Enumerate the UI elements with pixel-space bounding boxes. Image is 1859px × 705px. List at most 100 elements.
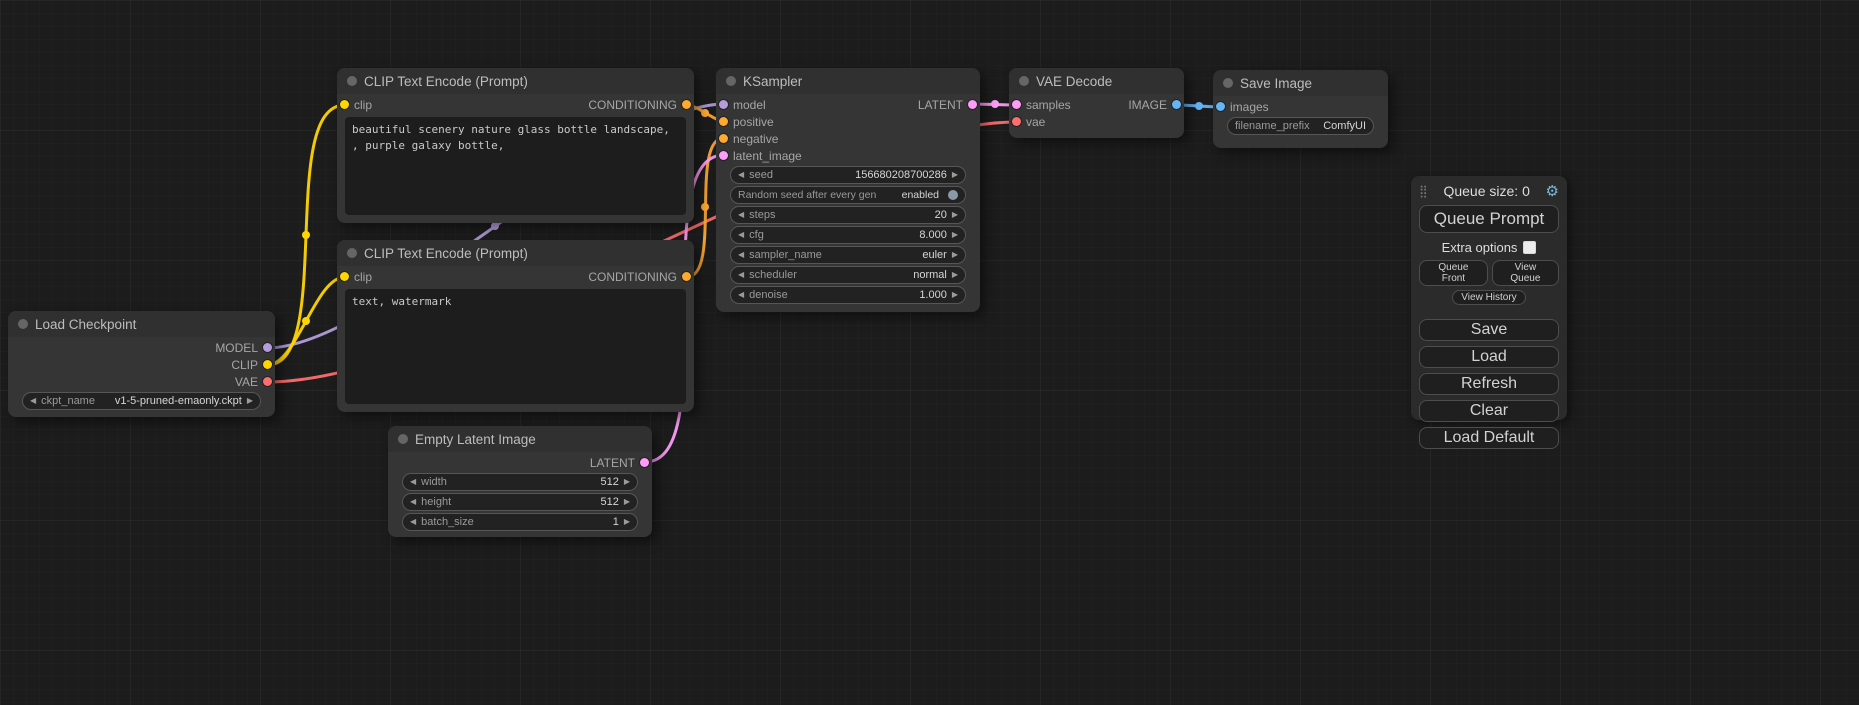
input-port-images[interactable] bbox=[1216, 102, 1225, 111]
load-button[interactable]: Load bbox=[1419, 346, 1559, 368]
widget-seed[interactable]: ◀ seed 156680208700286 ▶ bbox=[730, 166, 966, 184]
increment-arrow-icon[interactable]: ▶ bbox=[247, 397, 253, 405]
increment-arrow-icon[interactable]: ▶ bbox=[624, 478, 630, 486]
save-button[interactable]: Save bbox=[1419, 319, 1559, 341]
decrement-arrow-icon[interactable]: ◀ bbox=[738, 251, 744, 259]
widget-denoise[interactable]: ◀ denoise 1.000 ▶ bbox=[730, 286, 966, 304]
decrement-arrow-icon[interactable]: ◀ bbox=[410, 518, 416, 526]
widget-batch-size[interactable]: ◀ batch_size 1 ▶ bbox=[402, 513, 638, 531]
widget-value: 1.000 bbox=[919, 289, 947, 301]
input-label: model bbox=[733, 98, 766, 112]
node-title-bar[interactable]: Empty Latent Image bbox=[388, 426, 652, 452]
toggle-knob-icon[interactable] bbox=[948, 190, 958, 200]
node-title: CLIP Text Encode (Prompt) bbox=[364, 74, 528, 89]
widget-steps[interactable]: ◀ steps 20 ▶ bbox=[730, 206, 966, 224]
output-port-latent[interactable] bbox=[640, 458, 649, 467]
output-port-image[interactable] bbox=[1172, 100, 1181, 109]
output-port-conditioning[interactable] bbox=[682, 272, 691, 281]
extra-options-checkbox[interactable] bbox=[1523, 241, 1536, 254]
input-port-latent-image[interactable] bbox=[719, 151, 728, 160]
node-clip-text-encode-negative[interactable]: CLIP Text Encode (Prompt) clip CONDITION… bbox=[337, 240, 694, 412]
node-load-checkpoint[interactable]: Load Checkpoint MODEL CLIP VAE ◀ ckpt_na… bbox=[8, 311, 275, 417]
output-port-vae[interactable] bbox=[263, 377, 272, 386]
collapse-dot-icon[interactable] bbox=[1019, 76, 1029, 86]
view-history-button[interactable]: View History bbox=[1452, 290, 1525, 305]
node-save-image[interactable]: Save Image images filename_prefix ComfyU… bbox=[1213, 70, 1388, 148]
widget-width[interactable]: ◀ width 512 ▶ bbox=[402, 473, 638, 491]
node-title-bar[interactable]: Save Image bbox=[1213, 70, 1388, 96]
link-midpoint-dot bbox=[701, 203, 709, 211]
output-port-conditioning[interactable] bbox=[682, 100, 691, 109]
queue-front-button[interactable]: Queue Front bbox=[1419, 260, 1488, 286]
collapse-dot-icon[interactable] bbox=[398, 434, 408, 444]
widget-random-seed-toggle[interactable]: Random seed after every gen enabled bbox=[730, 186, 966, 204]
collapse-dot-icon[interactable] bbox=[726, 76, 736, 86]
node-title-bar[interactable]: KSampler bbox=[716, 68, 980, 94]
input-label: positive bbox=[733, 115, 774, 129]
increment-arrow-icon[interactable]: ▶ bbox=[624, 498, 630, 506]
node-title-bar[interactable]: VAE Decode bbox=[1009, 68, 1184, 94]
increment-arrow-icon[interactable]: ▶ bbox=[952, 251, 958, 259]
decrement-arrow-icon[interactable]: ◀ bbox=[738, 271, 744, 279]
collapse-dot-icon[interactable] bbox=[1223, 78, 1233, 88]
node-vae-decode[interactable]: VAE Decode samples vae IMAGE bbox=[1009, 68, 1184, 138]
drag-handle-icon[interactable]: ⣿ bbox=[1419, 184, 1428, 198]
input-label: clip bbox=[354, 270, 372, 284]
widget-label: Random seed after every gen bbox=[738, 189, 876, 201]
link-midpoint-dot bbox=[302, 317, 310, 325]
node-title-bar[interactable]: CLIP Text Encode (Prompt) bbox=[337, 240, 694, 266]
decrement-arrow-icon[interactable]: ◀ bbox=[30, 397, 36, 405]
widget-scheduler[interactable]: ◀ scheduler normal ▶ bbox=[730, 266, 966, 284]
node-empty-latent-image[interactable]: Empty Latent Image LATENT ◀ width 512 ▶ … bbox=[388, 426, 652, 537]
widget-value: 1 bbox=[613, 516, 619, 528]
input-port-model[interactable] bbox=[719, 100, 728, 109]
input-port-clip[interactable] bbox=[340, 272, 349, 281]
increment-arrow-icon[interactable]: ▶ bbox=[952, 231, 958, 239]
node-title-bar[interactable]: Load Checkpoint bbox=[8, 311, 275, 337]
input-port-clip[interactable] bbox=[340, 100, 349, 109]
clear-button[interactable]: Clear bbox=[1419, 400, 1559, 422]
increment-arrow-icon[interactable]: ▶ bbox=[952, 211, 958, 219]
positive-prompt-input[interactable]: beautiful scenery nature glass bottle la… bbox=[345, 117, 686, 215]
input-port-negative[interactable] bbox=[719, 134, 728, 143]
settings-gear-icon[interactable]: ⚙ bbox=[1546, 182, 1559, 200]
input-label: samples bbox=[1026, 98, 1071, 112]
input-port-samples[interactable] bbox=[1012, 100, 1021, 109]
collapse-dot-icon[interactable] bbox=[347, 76, 357, 86]
node-title-bar[interactable]: CLIP Text Encode (Prompt) bbox=[337, 68, 694, 94]
widget-value: 512 bbox=[600, 476, 618, 488]
widget-cfg[interactable]: ◀ cfg 8.000 ▶ bbox=[730, 226, 966, 244]
queue-prompt-button[interactable]: Queue Prompt bbox=[1419, 205, 1559, 233]
widget-filename-prefix[interactable]: filename_prefix ComfyUI bbox=[1227, 117, 1374, 135]
refresh-button[interactable]: Refresh bbox=[1419, 373, 1559, 395]
decrement-arrow-icon[interactable]: ◀ bbox=[738, 211, 744, 219]
collapse-dot-icon[interactable] bbox=[18, 319, 28, 329]
negative-prompt-input[interactable]: text, watermark bbox=[345, 289, 686, 404]
input-label: latent_image bbox=[733, 149, 802, 163]
widget-sampler-name[interactable]: ◀ sampler_name euler ▶ bbox=[730, 246, 966, 264]
node-ksampler[interactable]: KSampler model positive negative latent_… bbox=[716, 68, 980, 312]
decrement-arrow-icon[interactable]: ◀ bbox=[738, 231, 744, 239]
decrement-arrow-icon[interactable]: ◀ bbox=[738, 171, 744, 179]
input-port-positive[interactable] bbox=[719, 117, 728, 126]
increment-arrow-icon[interactable]: ▶ bbox=[952, 291, 958, 299]
decrement-arrow-icon[interactable]: ◀ bbox=[410, 498, 416, 506]
node-title: Save Image bbox=[1240, 76, 1312, 91]
widget-ckpt-name[interactable]: ◀ ckpt_name v1-5-pruned-emaonly.ckpt ▶ bbox=[22, 392, 261, 410]
view-queue-button[interactable]: View Queue bbox=[1492, 260, 1559, 286]
output-label: LATENT bbox=[918, 98, 963, 112]
increment-arrow-icon[interactable]: ▶ bbox=[952, 171, 958, 179]
decrement-arrow-icon[interactable]: ◀ bbox=[738, 291, 744, 299]
node-clip-text-encode-positive[interactable]: CLIP Text Encode (Prompt) clip CONDITION… bbox=[337, 68, 694, 223]
collapse-dot-icon[interactable] bbox=[347, 248, 357, 258]
output-label: CLIP bbox=[231, 358, 258, 372]
increment-arrow-icon[interactable]: ▶ bbox=[624, 518, 630, 526]
output-port-model[interactable] bbox=[263, 343, 272, 352]
input-port-vae[interactable] bbox=[1012, 117, 1021, 126]
output-port-latent[interactable] bbox=[968, 100, 977, 109]
increment-arrow-icon[interactable]: ▶ bbox=[952, 271, 958, 279]
load-default-button[interactable]: Load Default bbox=[1419, 427, 1559, 449]
decrement-arrow-icon[interactable]: ◀ bbox=[410, 478, 416, 486]
widget-height[interactable]: ◀ height 512 ▶ bbox=[402, 493, 638, 511]
output-port-clip[interactable] bbox=[263, 360, 272, 369]
